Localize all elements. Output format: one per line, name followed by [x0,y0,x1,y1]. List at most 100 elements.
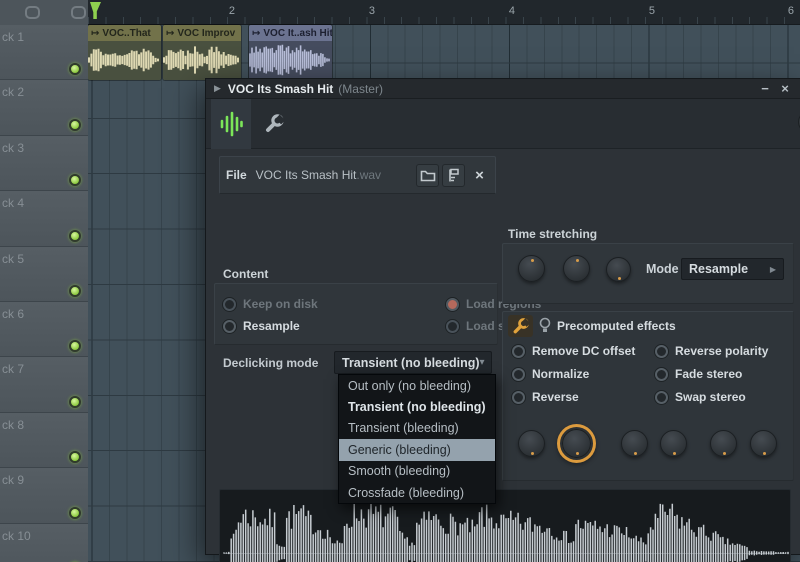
declicking-mode-dropdown[interactable]: Transient (no bleeding) ▾ [334,351,492,374]
fx-label: Reverse polarity [675,344,768,358]
stretch-mul-knob[interactable] [563,255,590,282]
wrench-icon [263,113,285,135]
fade-out-knob[interactable] [710,430,737,457]
checkbox-icon[interactable] [655,391,668,404]
clip-label: VOC It..ash Hit [263,28,332,39]
track-header-7[interactable]: ck 7 [0,357,88,412]
stretch-mode-select[interactable]: Resample ▶ [681,258,784,280]
stretch-mode-value: Resample [689,262,770,276]
track-mute-led[interactable] [69,63,81,75]
trim-knob[interactable] [621,430,648,457]
track-mute-led[interactable] [69,174,81,186]
track-mute-led[interactable] [69,285,81,297]
track-header-column: ck 1 ck 2 ck 3 ck 4 ck 5 ck 6 ck 7 ck 8 … [0,25,88,562]
audio-clip-1[interactable]: ↦VOC..That [88,25,161,80]
fade-in-knob[interactable] [660,430,687,457]
checkbox-icon[interactable] [655,368,668,381]
track-mute-led[interactable] [69,119,81,131]
playlist-timeline[interactable]: 2 3 4 5 6 [88,0,800,25]
time-stretching-group-label: Time stretching [508,227,597,241]
minimize-button[interactable]: − [756,80,774,98]
track-mute-led[interactable] [69,507,81,519]
crossfade-knob[interactable] [562,429,591,458]
track-mute-led[interactable] [69,396,81,408]
stretch-time-knob[interactable] [606,257,631,282]
track-mute-led[interactable] [69,340,81,352]
dialog-titlebar[interactable]: ▶ VOC Its Smash Hit (Master) − × [206,79,800,99]
precomputed-wrench-tile[interactable] [508,315,533,337]
knob-indicator [618,277,621,280]
fx-label: Normalize [532,367,589,381]
stretch-pitch-knob[interactable] [518,255,545,282]
rounded-square-icon-1[interactable] [25,6,40,19]
track-header-9[interactable]: ck 9 [0,468,88,523]
fx-swap-stereo[interactable]: Swap stereo [655,390,746,404]
knob-indicator [531,259,534,262]
menu-item-generic-bleeding[interactable]: Generic (bleeding) [339,439,495,460]
bulb-icon[interactable] [539,317,551,335]
fx-reverse[interactable]: Reverse [512,390,579,404]
clear-file-button[interactable]: × [468,164,491,187]
menu-item-out-only[interactable]: Out only (no bleeding) [339,375,495,396]
menu-item-crossfade-bleeding[interactable]: Crossfade (bleeding) [339,482,495,503]
checkbox-icon[interactable] [512,368,525,381]
audio-clip-3[interactable]: ↦VOC It..ash Hit [249,25,332,80]
checkbox-icon[interactable] [512,345,525,358]
bar-number: 4 [509,5,515,17]
expand-triangle-icon[interactable]: ▶ [214,83,221,94]
track-name: ck 9 [2,473,24,487]
pan-fx-knob[interactable] [750,430,777,457]
track-mute-led[interactable] [69,451,81,463]
content-groupbox [214,283,498,345]
checkbox-icon[interactable] [655,345,668,358]
tab-sample[interactable] [211,99,251,149]
fx-remove-dc-offset[interactable]: Remove DC offset [512,344,635,358]
track-header-10[interactable]: ck 10 [0,524,88,562]
tab-settings[interactable] [254,99,294,149]
radio-icon[interactable] [223,320,236,333]
wrench-icon [511,317,530,336]
track-header-6[interactable]: ck 6 [0,302,88,357]
track-header-5[interactable]: ck 5 [0,247,88,302]
fx-normalize[interactable]: Normalize [512,367,589,381]
clip-marker-icon: ↦ [166,28,174,39]
track-header-4[interactable]: ck 4 [0,191,88,246]
menu-item-smooth-bleeding[interactable]: Smooth (bleeding) [339,461,495,482]
menu-item-transient-bleeding[interactable]: Transient (bleeding) [339,418,495,439]
clip-header[interactable]: ↦VOC..That [88,25,161,41]
track-header-1[interactable]: ck 1 [0,25,88,80]
dialog-title: VOC Its Smash Hit [228,82,333,96]
bar-number: 2 [229,5,235,17]
clip-header[interactable]: ↦VOC Improv [163,25,241,41]
option-label: Resample [243,319,300,333]
option-resample[interactable]: Resample [223,319,300,333]
declicking-mode-value: Transient (no bleeding) [342,356,480,370]
rounded-square-icon-2[interactable] [71,6,86,19]
regions-icon [446,168,461,183]
option-keep-on-disk: Keep on disk [223,297,318,311]
pogo-knob[interactable] [518,430,545,457]
fx-fade-stereo[interactable]: Fade stereo [655,367,742,381]
audio-clip-2[interactable]: ↦VOC Improv [163,25,241,80]
dialog-toolbar: 2 ›‹ --- ›‹ [206,99,800,149]
track-header-8[interactable]: ck 8 [0,413,88,468]
menu-item-transient-no-bleeding[interactable]: Transient (no bleeding) [339,396,495,417]
checkbox-icon[interactable] [512,391,525,404]
close-button[interactable]: × [776,80,794,98]
precomputed-title: Precomputed effects [557,319,676,333]
track-mute-led[interactable] [69,230,81,242]
knob-indicator [763,452,766,455]
regions-button[interactable] [442,164,465,187]
waveform-preview: 32 [219,489,791,562]
fx-reverse-polarity[interactable]: Reverse polarity [655,344,768,358]
clip-header[interactable]: ↦VOC It..ash Hit [249,25,332,41]
open-file-button[interactable] [416,164,439,187]
bar-number: 6 [788,5,794,17]
close-icon: × [475,167,484,184]
track-name: ck 1 [2,30,24,44]
clip-label: VOC..That [102,28,150,39]
track-header-3[interactable]: ck 3 [0,136,88,191]
knob-indicator [576,259,579,262]
track-header-2[interactable]: ck 2 [0,80,88,135]
file-name: VOC Its Smash Hit [256,168,357,182]
